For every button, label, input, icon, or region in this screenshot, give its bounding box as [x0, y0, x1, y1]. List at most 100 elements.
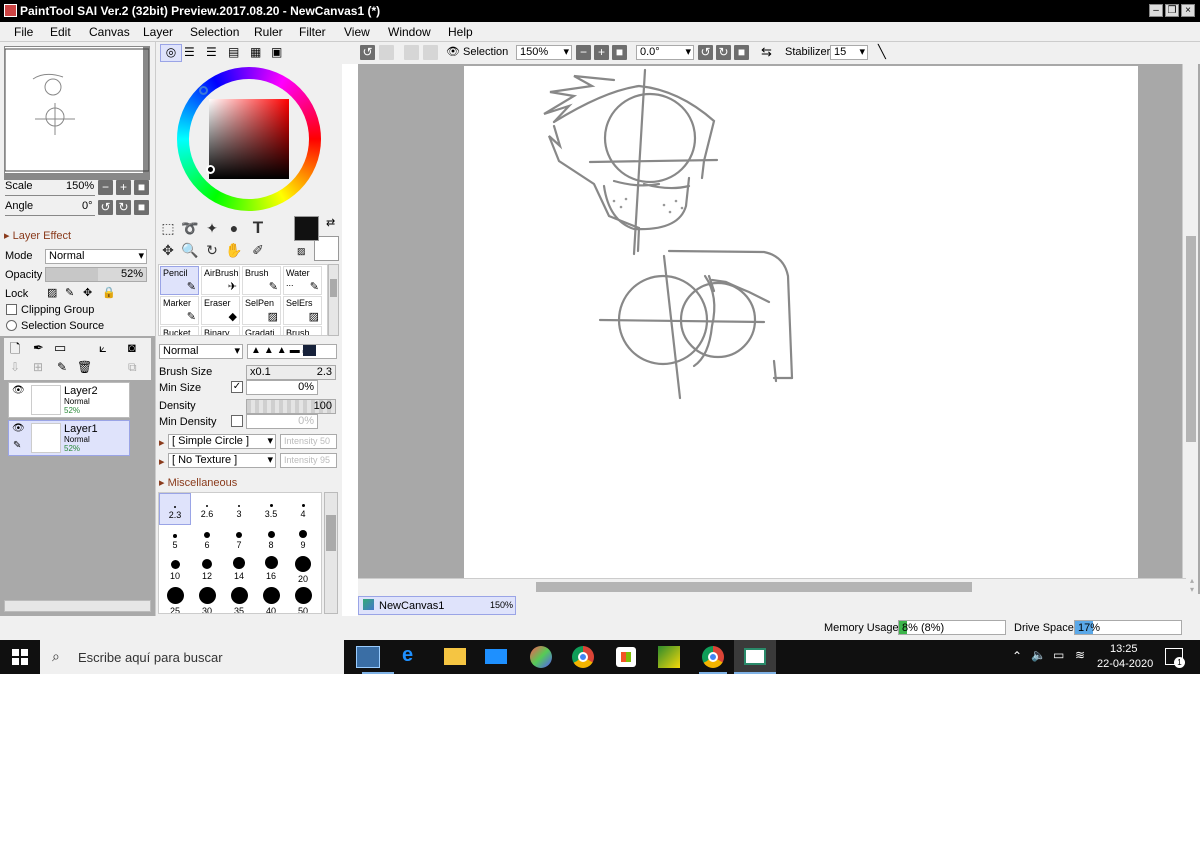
toolbar-rotate-left-button[interactable]: ↺	[698, 45, 713, 60]
visibility-eye-icon[interactable]: 👁	[12, 423, 25, 434]
system-tray-chevron-icon[interactable]: ⌃	[1012, 649, 1022, 663]
brush-size-option[interactable]: 35	[223, 586, 255, 613]
clock-date[interactable]: 22-04-2020	[1097, 658, 1153, 670]
brush-eraser[interactable]: Eraser ◆	[201, 296, 240, 325]
scratchpad-tab-icon[interactable]: ▣	[271, 45, 282, 59]
brush-size-option[interactable]: 20	[287, 555, 319, 587]
toolbar-zoom-out-button[interactable]: −	[576, 45, 591, 60]
brush-size-field[interactable]: x0.1 2.3	[246, 365, 336, 380]
brush-size-option[interactable]: 40	[255, 586, 287, 613]
lock-transparency-icon[interactable]: ▨	[47, 286, 57, 299]
toolbar-zoom-reset-button[interactable]: ■	[612, 45, 627, 60]
primary-color-swatch[interactable]	[294, 216, 319, 241]
hand-icon[interactable]: ✋	[224, 240, 244, 260]
brush-size-option[interactable]: 16	[255, 555, 287, 587]
swap-colors-icon[interactable]: ⇄	[326, 216, 335, 229]
visibility-eye-icon[interactable]: 👁	[12, 385, 25, 396]
clock-time[interactable]: 13:25	[1110, 643, 1138, 655]
brush-size-option[interactable]: 5	[159, 524, 191, 556]
maximize-button[interactable]: ❐	[1165, 4, 1179, 17]
lasso-icon[interactable]: ➰	[180, 218, 200, 238]
clear-layer-icon[interactable]: ✎	[57, 360, 67, 374]
wifi-icon[interactable]: ≋	[1075, 648, 1085, 662]
brush-bucket[interactable]: Bucket	[160, 326, 199, 335]
brush-size-option[interactable]: 6	[191, 524, 223, 556]
delete-layer-icon[interactable]: 🗑	[77, 360, 92, 374]
scale-slider[interactable]	[5, 195, 95, 196]
rotate-icon[interactable]: ↻	[202, 240, 222, 260]
brush-size-option[interactable]: 3	[223, 493, 255, 525]
layer-effect-header[interactable]: ▸ Layer Effect	[4, 229, 71, 242]
taskbar-search-box[interactable]: ⌕ Escribe aquí para buscar	[40, 640, 344, 674]
eyedropper-icon[interactable]: ✐	[248, 240, 268, 260]
brush-size-option[interactable]: 2.3	[159, 493, 191, 525]
new-vector-layer-icon[interactable]: ✒	[33, 340, 44, 356]
undo-button[interactable]: ↺	[360, 45, 375, 60]
minimize-button[interactable]: –	[1149, 4, 1163, 17]
invert-selection-button[interactable]	[423, 45, 438, 60]
right-panel-scroll[interactable]: ▴ ▾	[1186, 576, 1198, 616]
layer-mask-icon[interactable]: ⟀	[99, 340, 107, 356]
mode-select[interactable]: Normal ▾	[45, 249, 147, 264]
text-tool-icon[interactable]: T	[248, 218, 268, 238]
clipping-group-checkbox[interactable]	[6, 304, 17, 315]
notification-center-icon[interactable]: 1	[1165, 648, 1185, 668]
brush-airbrush[interactable]: AirBrush ✈	[201, 266, 240, 295]
layer-row-layer2[interactable]: 👁 Layer2 Normal 52%	[8, 382, 130, 418]
drawing-canvas[interactable]	[464, 66, 1138, 578]
selection-source-radio[interactable]	[6, 320, 17, 331]
rgb-sliders-tab-icon[interactable]: ☰	[184, 45, 195, 59]
zoom-icon[interactable]: 🔍	[180, 240, 200, 260]
redo-button[interactable]	[379, 45, 394, 60]
brush-gradation[interactable]: Gradati...	[242, 326, 281, 335]
brush-selpen[interactable]: SelPen ▨	[242, 296, 281, 325]
lock-paint-icon[interactable]: ✎	[65, 286, 74, 299]
new-layer-icon[interactable]: 🗋	[10, 340, 20, 362]
canvas-viewport[interactable]	[358, 64, 1200, 594]
windows-start-icon[interactable]	[12, 649, 28, 665]
move-icon[interactable]: ✥	[158, 240, 178, 260]
menu-canvas[interactable]: Canvas	[89, 25, 130, 39]
transfer-down-icon[interactable]: ⇩	[10, 360, 20, 374]
rect-select-icon[interactable]: ⬚	[158, 218, 178, 238]
brush-size-option[interactable]: 14	[223, 555, 255, 587]
brush-pencil[interactable]: Pencil ✎	[160, 266, 199, 295]
lock-move-icon[interactable]: ✥	[83, 286, 92, 299]
apply-mask-icon[interactable]: ⧉	[128, 360, 137, 375]
battery-icon[interactable]: ▭	[1053, 648, 1064, 662]
shape-expand-icon[interactable]: ▸	[159, 436, 165, 449]
edge-browser-icon[interactable]: e	[402, 644, 413, 667]
toolbar-zoom-in-button[interactable]: +	[594, 45, 609, 60]
brush-size-option[interactable]: 25	[159, 586, 191, 613]
density-slider[interactable]: 100	[246, 399, 336, 414]
hsv-sliders-tab-icon[interactable]: ☰	[206, 45, 217, 59]
brush-size-option[interactable]: 3.5	[255, 493, 287, 525]
rotate-left-button[interactable]: ↺	[98, 200, 113, 215]
menu-selection[interactable]: Selection	[190, 25, 239, 39]
brush-shape-select[interactable]: [ Simple Circle ] ▾	[168, 434, 276, 449]
saturation-value-square[interactable]	[209, 99, 289, 179]
zoom-select[interactable]: 150% ▾	[516, 45, 572, 60]
texture-expand-icon[interactable]: ▸	[159, 455, 165, 468]
chrome-profile-icon[interactable]	[702, 646, 724, 668]
horizontal-scrollbar[interactable]	[358, 578, 1198, 594]
min-size-checkbox[interactable]: ✓	[231, 381, 243, 393]
toolbar-rotate-right-button[interactable]: ↻	[716, 45, 731, 60]
new-mask-icon[interactable]: ◙	[128, 340, 136, 355]
min-density-checkbox[interactable]	[231, 415, 243, 427]
task-view-icon[interactable]	[356, 646, 380, 668]
brush-tip-shapes[interactable]: ▲▲▲▬▬	[247, 344, 337, 359]
color-wheel-tab-icon[interactable]: ◎	[160, 44, 182, 62]
menu-layer[interactable]: Layer	[143, 25, 173, 39]
store-icon[interactable]	[616, 647, 636, 667]
paint-icon[interactable]	[530, 646, 552, 668]
navigator-preview[interactable]	[4, 46, 150, 180]
stabilizer-select[interactable]: 15 ▾	[830, 45, 868, 60]
new-folder-icon[interactable]: ▭	[54, 340, 66, 356]
size-grid-scrollbar[interactable]	[324, 492, 338, 614]
opacity-slider[interactable]: 52%	[45, 267, 147, 282]
brush-watercolor[interactable]: Water ... ✎	[283, 266, 322, 295]
close-button[interactable]: ×	[1181, 4, 1195, 17]
deselect-button[interactable]	[404, 45, 419, 60]
chrome-icon[interactable]	[572, 646, 594, 668]
